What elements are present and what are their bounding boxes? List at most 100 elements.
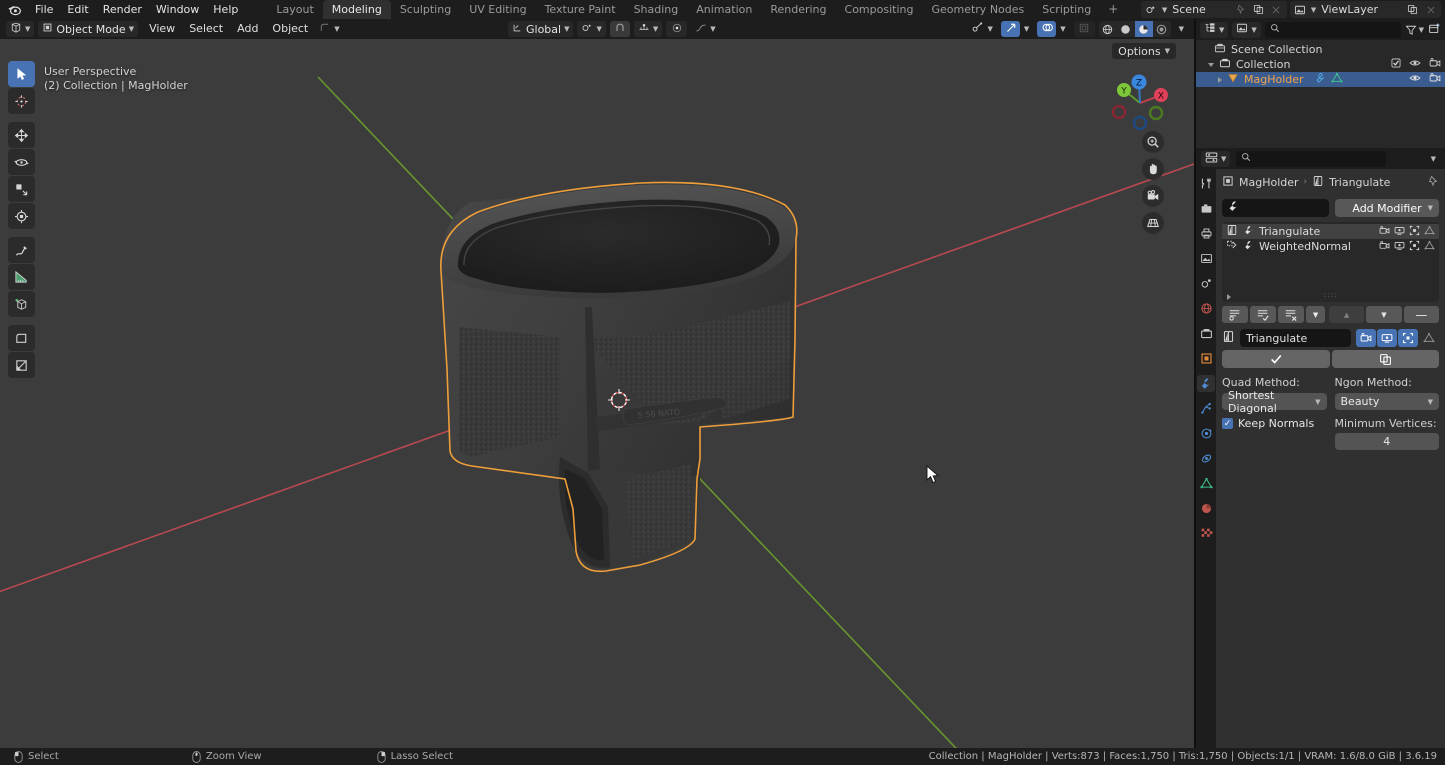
viewport-options-button[interactable]: Options ▼: [1112, 43, 1176, 59]
shading-rendered-icon[interactable]: [1153, 21, 1171, 37]
outliner-display-mode-selector[interactable]: ▼: [1200, 22, 1228, 38]
overlays-options[interactable]: ▼: [1060, 21, 1069, 37]
tool-to-sphere[interactable]: [8, 352, 35, 378]
render-camera-icon[interactable]: [1379, 225, 1390, 239]
menu-file[interactable]: File: [28, 0, 60, 19]
camera-render-icon[interactable]: [1429, 72, 1441, 87]
apply-modifier-button[interactable]: [1222, 350, 1330, 368]
properties-tab-scene[interactable]: [1197, 275, 1215, 292]
workspace-tab-compositing[interactable]: Compositing: [836, 0, 923, 19]
properties-tab-view-layer[interactable]: [1197, 250, 1215, 267]
modifier-remove-button[interactable]: —: [1404, 306, 1439, 323]
x-icon[interactable]: [1423, 2, 1438, 17]
navigation-gizmo[interactable]: X Y Z: [1104, 67, 1176, 139]
on-cage-icon[interactable]: [1424, 225, 1435, 239]
keep-normals-checkbox[interactable]: ✓: [1222, 418, 1233, 429]
tool-move[interactable]: [8, 122, 35, 148]
gizmo-toggle[interactable]: [1001, 21, 1020, 37]
properties-editor-type-selector[interactable]: ▼: [1201, 151, 1230, 167]
viewport-menu-add[interactable]: Add: [230, 21, 265, 37]
workspace-tab-uv-editing[interactable]: UV Editing: [460, 0, 535, 19]
overlays-toggle[interactable]: [1037, 21, 1056, 37]
pan-hand-icon[interactable]: [1142, 158, 1164, 180]
menu-window[interactable]: Window: [149, 0, 206, 19]
outliner-search-box[interactable]: [1265, 22, 1401, 38]
modifier-list-item-triangulate[interactable]: Triangulate: [1222, 224, 1439, 239]
pin-icon[interactable]: [1233, 2, 1248, 17]
outliner-row-scene-collection[interactable]: Scene Collection: [1196, 42, 1445, 57]
active-modifier-name-field[interactable]: Triangulate: [1240, 329, 1351, 347]
properties-tab-particles[interactable]: [1197, 400, 1215, 417]
eye-icon[interactable]: [1409, 72, 1421, 87]
eye-icon[interactable]: [1409, 57, 1421, 72]
camera-view-icon[interactable]: [1142, 185, 1164, 207]
on-cage-icon[interactable]: [1424, 240, 1435, 254]
xray-toggle[interactable]: [1074, 21, 1095, 37]
viewlayer-selector[interactable]: ▼ ViewLayer: [1290, 1, 1441, 18]
editor-type-selector[interactable]: ▼: [6, 21, 34, 37]
viewport-menu-select[interactable]: Select: [182, 21, 230, 37]
edit-mode-icon[interactable]: [1398, 329, 1418, 347]
realtime-display-icon[interactable]: [1377, 329, 1397, 347]
modifier-wrench-icon[interactable]: [1314, 72, 1326, 87]
properties-tab-object-data[interactable]: [1197, 475, 1215, 492]
workspace-tab-modeling[interactable]: Modeling: [323, 0, 391, 19]
edit-mode-icon[interactable]: [1409, 240, 1420, 254]
duplicate-icon[interactable]: [1405, 2, 1420, 17]
tool-add-cube[interactable]: [8, 291, 35, 317]
realtime-display-icon[interactable]: [1394, 240, 1405, 254]
properties-tab-output[interactable]: [1197, 225, 1215, 242]
properties-options-chevron-icon[interactable]: ▼: [1431, 155, 1436, 163]
show-gizmo-selector[interactable]: ▼: [967, 21, 996, 37]
tool-shear[interactable]: [8, 325, 35, 351]
snap-toggle[interactable]: [610, 21, 630, 37]
menu-edit[interactable]: Edit: [60, 0, 95, 19]
pivot-point-selector[interactable]: ▼: [577, 21, 605, 37]
duplicate-modifier-button[interactable]: [1332, 350, 1440, 368]
duplicate-icon[interactable]: [1251, 2, 1266, 17]
blender-logo-icon[interactable]: [0, 0, 28, 19]
properties-tab-material[interactable]: [1197, 500, 1215, 517]
workspace-tab-geometry-nodes[interactable]: Geometry Nodes: [922, 0, 1033, 19]
modifier-list-expand-icon[interactable]: [1227, 294, 1231, 300]
modifier-move-up-button[interactable]: ▲: [1329, 306, 1364, 323]
tool-transform[interactable]: [8, 203, 35, 229]
modifier-move-down-button[interactable]: ▼: [1366, 306, 1401, 323]
tool-select-box[interactable]: [8, 61, 35, 87]
outliner-filter-button[interactable]: ▼: [1405, 24, 1424, 36]
outliner-new-collection-button[interactable]: [1428, 22, 1441, 38]
disclosure-triangle-icon[interactable]: [1208, 63, 1214, 67]
mesh-data-icon[interactable]: [1331, 72, 1343, 87]
modifier-specials-visibility-button[interactable]: [1222, 306, 1248, 323]
keep-normals-row[interactable]: ✓ Keep Normals: [1222, 417, 1327, 430]
modifier-specials-remove-button[interactable]: [1278, 306, 1304, 323]
workspace-tab-layout[interactable]: Layout: [267, 0, 322, 19]
properties-tab-constraints[interactable]: [1197, 450, 1215, 467]
render-camera-icon[interactable]: [1356, 329, 1376, 347]
properties-tab-render[interactable]: [1197, 200, 1215, 217]
workspace-tab-scripting[interactable]: Scripting: [1033, 0, 1100, 19]
viewport-3d[interactable]: 5.56 NATO User Perspective (2) Collectio…: [0, 39, 1194, 748]
tool-cursor[interactable]: [8, 88, 35, 114]
tool-annotate[interactable]: [8, 237, 35, 263]
transform-orientation-selector[interactable]: Global ▼: [508, 21, 573, 37]
tool-scale[interactable]: [8, 176, 35, 202]
workspace-tab-animation[interactable]: Animation: [687, 0, 761, 19]
workspace-tab-sculpting[interactable]: Sculpting: [391, 0, 460, 19]
modifier-list-item-weightednormal[interactable]: WeightedNormal: [1222, 239, 1439, 254]
add-modifier-button[interactable]: Add Modifier ▼: [1335, 199, 1439, 217]
outliner-tree[interactable]: Scene Collection Collection: [1196, 40, 1445, 148]
properties-tab-physics[interactable]: [1197, 425, 1215, 442]
gizmo-options[interactable]: ▼: [1024, 21, 1033, 37]
disclosure-triangle-icon[interactable]: [1218, 77, 1222, 83]
breadcrumb-object-label[interactable]: MagHolder: [1239, 176, 1299, 189]
x-icon[interactable]: [1269, 2, 1284, 17]
tool-rotate[interactable]: [8, 149, 35, 175]
shading-wireframe-icon[interactable]: [1099, 21, 1117, 37]
object-mode-selector[interactable]: Object Mode ▼: [38, 21, 138, 37]
modifier-list[interactable]: Triangulate: [1222, 222, 1439, 302]
outliner-row-magholder[interactable]: MagHolder: [1196, 72, 1445, 87]
shading-options[interactable]: ▼: [1175, 21, 1188, 37]
proportional-edit-toggle[interactable]: [666, 21, 687, 37]
modifier-search-field[interactable]: [1222, 199, 1329, 217]
